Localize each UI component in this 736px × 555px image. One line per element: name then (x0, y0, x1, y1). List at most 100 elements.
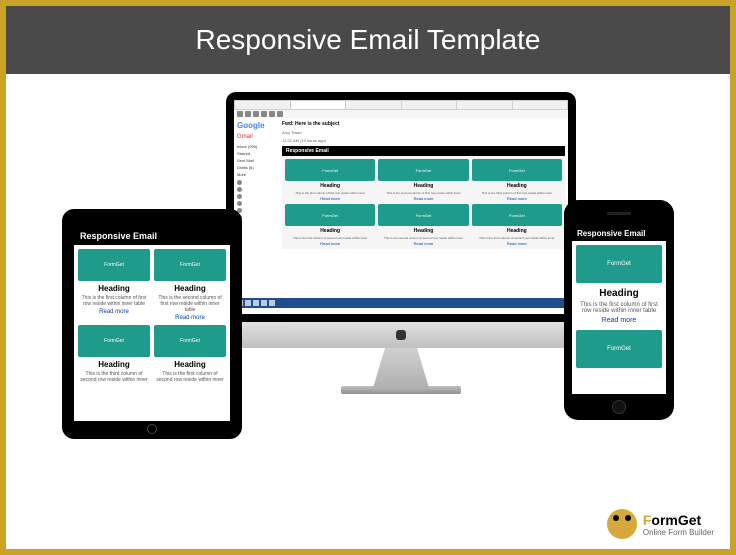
formget-text: FormGet Online Form Builder (643, 512, 714, 537)
taskbar-icon[interactable] (245, 300, 251, 306)
card-link[interactable]: Read more (378, 196, 468, 201)
card-image: FormGet (576, 330, 662, 368)
formget-mascot-icon (607, 509, 637, 539)
card-text: This is the third column of second row r… (472, 236, 562, 240)
ipad-device: Responsive Email FormGet Heading This is… (62, 209, 242, 439)
google-logo[interactable]: Google (237, 121, 276, 130)
card-heading: Heading (378, 228, 468, 234)
ipad-card: FormGet Heading This is the first column… (154, 325, 226, 383)
email-subject: Fwd: Here is the subject (282, 121, 565, 127)
bookmark-icon[interactable] (237, 111, 243, 117)
card-heading: Heading (285, 228, 375, 234)
card-image: FormGet (78, 325, 150, 357)
card-text: This is the first column of second row r… (285, 236, 375, 240)
card-link[interactable]: Read more (472, 241, 562, 246)
card-text: This is the third column of first row re… (472, 191, 562, 195)
taskbar-icon[interactable] (253, 300, 259, 306)
card-text: This is the first column of first row re… (78, 295, 150, 307)
gmail-label[interactable]: Gmail (237, 134, 276, 140)
browser-tabs (234, 100, 568, 110)
card-heading: Heading (78, 284, 150, 293)
contact-row[interactable] (237, 201, 276, 206)
formget-brand: FormGet (643, 512, 714, 528)
avatar-icon (237, 180, 242, 185)
card-text: This is the first column of first row re… (285, 191, 375, 195)
card-link[interactable]: Read more (285, 241, 375, 246)
bookmark-icon[interactable] (245, 111, 251, 117)
card-image: FormGet (576, 245, 662, 283)
card-heading: Heading (154, 360, 226, 369)
page-frame: Responsive Email Template (0, 0, 736, 555)
iphone-speaker (607, 212, 631, 215)
browser-tab[interactable] (291, 101, 346, 109)
ipad-home-button[interactable] (147, 424, 157, 434)
ipad-card: FormGet Heading This is the first column… (78, 249, 150, 321)
email-time: 12:22 AM (10 hours ago) (282, 138, 565, 143)
ipad-email-header: Responsive Email (74, 227, 230, 245)
email-card: FormGet Heading This is the first column… (285, 159, 375, 201)
sidebar-item-starred[interactable]: Starred (237, 151, 276, 156)
card-link[interactable]: Read more (154, 315, 226, 321)
contact-row[interactable] (237, 180, 276, 185)
taskbar-icon[interactable] (269, 300, 275, 306)
card-heading: Heading (378, 183, 468, 189)
avatar-icon (237, 187, 242, 192)
card-image: FormGet (154, 249, 226, 281)
card-text: This is the second column of first row r… (154, 295, 226, 313)
bookmark-icon[interactable] (261, 111, 267, 117)
card-link[interactable]: Read more (472, 196, 562, 201)
email-sender: Anuj Tiwari (282, 130, 565, 135)
sidebar-item-drafts[interactable]: Drafts (6) (237, 165, 276, 170)
content-area: Google Gmail Inbox (999) Starred Sent Ma… (6, 74, 730, 549)
email-card: FormGet Heading This is the second colum… (378, 204, 468, 246)
email-body-header: Responsive Email (282, 146, 565, 156)
avatar-icon (237, 194, 242, 199)
card-link[interactable]: Read more (576, 317, 662, 324)
browser-tab[interactable] (235, 101, 290, 109)
browser-tab[interactable] (513, 101, 568, 109)
bookmark-bar (234, 110, 568, 118)
formget-rest: ormGet (651, 512, 701, 528)
page-title: Responsive Email Template (6, 6, 730, 74)
browser-tab[interactable] (457, 101, 512, 109)
gmail-main: Fwd: Here is the subject Anuj Tiwari 12:… (279, 118, 568, 298)
ipad-card-grid: FormGet Heading This is the first column… (74, 245, 230, 387)
card-text: This is the second column of second row … (378, 236, 468, 240)
sidebar-item-sent[interactable]: Sent Mail (237, 158, 276, 163)
sidebar-item-inbox[interactable]: Inbox (999) (237, 144, 276, 149)
card-heading: Heading (472, 183, 562, 189)
iphone-email-header: Responsive Email (572, 226, 666, 241)
contact-row[interactable] (237, 208, 276, 213)
sidebar-item-more[interactable]: More (237, 172, 276, 177)
formget-logo[interactable]: FormGet Online Form Builder (607, 509, 714, 539)
card-image: FormGet (472, 159, 562, 181)
iphone-home-button[interactable] (612, 400, 626, 414)
card-image: FormGet (285, 204, 375, 226)
card-heading: Heading (154, 284, 226, 293)
imac-stand (361, 348, 441, 388)
contact-row[interactable] (237, 194, 276, 199)
iphone-device: Responsive Email FormGet Heading This is… (564, 200, 674, 420)
taskbar-icon[interactable] (261, 300, 267, 306)
card-link[interactable]: Read more (378, 241, 468, 246)
contact-row[interactable] (237, 187, 276, 192)
gmail-interface: Google Gmail Inbox (999) Starred Sent Ma… (234, 118, 568, 298)
bookmark-icon[interactable] (253, 111, 259, 117)
iphone-screen: Responsive Email FormGet Heading This is… (572, 226, 666, 394)
browser-tab[interactable] (346, 101, 401, 109)
contact-row[interactable] (237, 215, 276, 220)
card-text: This is the first column of second row r… (154, 371, 226, 383)
browser-tab[interactable] (402, 101, 457, 109)
bookmark-icon[interactable] (277, 111, 283, 117)
bookmark-icon[interactable] (269, 111, 275, 117)
avatar-icon (237, 201, 242, 206)
card-link[interactable]: Read more (285, 196, 375, 201)
windows-taskbar (234, 298, 568, 308)
imac-chin (226, 322, 576, 348)
email-card: FormGet Heading This is the second colum… (378, 159, 468, 201)
email-card: FormGet Heading This is the third column… (472, 204, 562, 246)
card-link[interactable]: Read more (78, 309, 150, 315)
imac-device: Google Gmail Inbox (999) Starred Sent Ma… (226, 92, 576, 394)
formget-tagline: Online Form Builder (643, 528, 714, 537)
card-image: FormGet (472, 204, 562, 226)
